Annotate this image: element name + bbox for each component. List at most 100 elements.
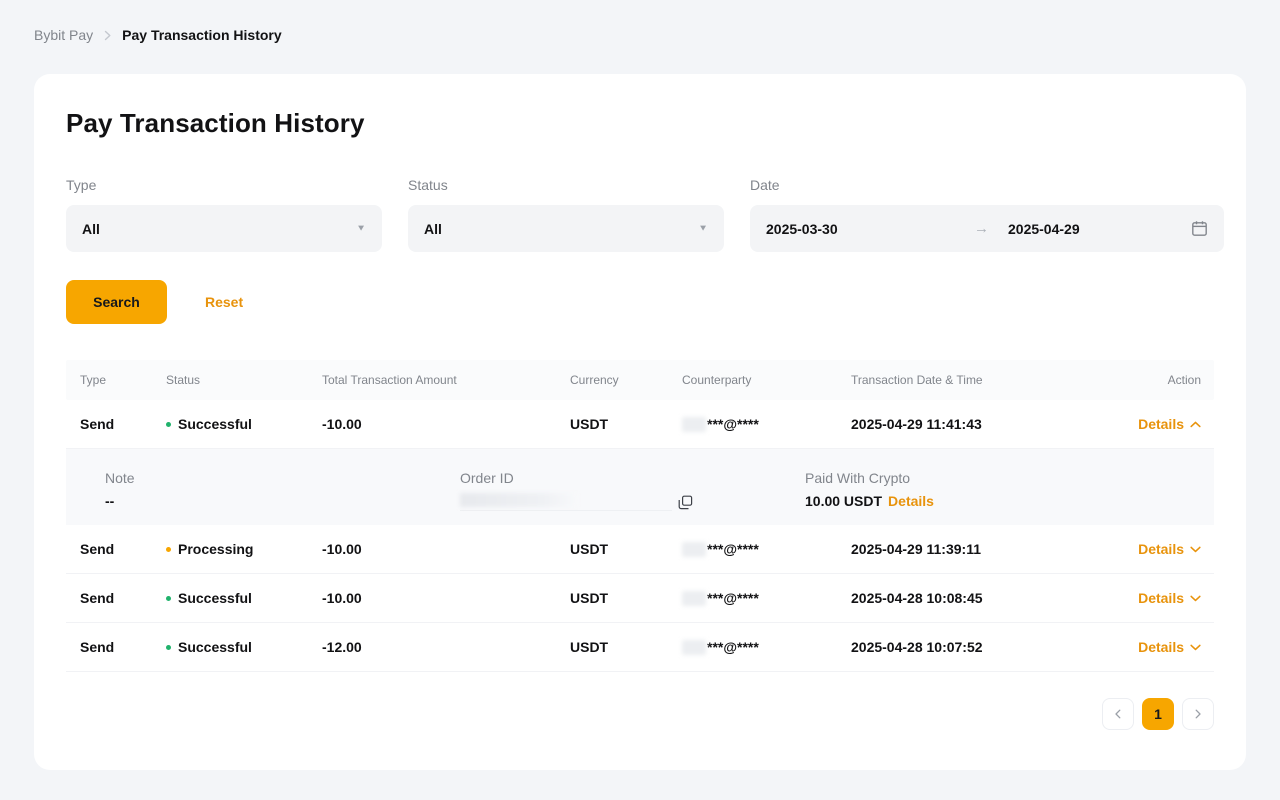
type-label: Type [66, 177, 382, 193]
table-row: Send Successful -10.00 USDT ***@**** 202… [66, 400, 1214, 449]
note-label: Note [105, 470, 460, 486]
chevron-right-icon [103, 30, 112, 41]
table-row: Send Processing -10.00 USDT ***@**** 202… [66, 525, 1214, 574]
status-text: Successful [178, 416, 252, 432]
paid-details-link[interactable]: Details [888, 493, 934, 509]
page-1-button[interactable]: 1 [1142, 698, 1174, 730]
cell-currency: USDT [570, 541, 682, 557]
date-end-value[interactable]: 2025-04-29 [1008, 221, 1191, 237]
redacted-counterparty-prefix [682, 417, 706, 432]
arrow-right-icon: → [974, 220, 1008, 237]
pagination: 1 [66, 698, 1214, 730]
cell-type: Send [80, 541, 166, 557]
status-text: Processing [178, 541, 253, 557]
cell-amount: -10.00 [322, 541, 570, 557]
cell-datetime: 2025-04-29 11:39:11 [851, 541, 1091, 557]
table-body: Send Successful -10.00 USDT ***@**** 202… [66, 400, 1214, 672]
detail-order-id: Order ID [460, 470, 805, 525]
status-dot-icon [166, 422, 171, 427]
status-select-value: All [424, 221, 442, 237]
copy-icon[interactable] [678, 495, 693, 510]
date-label: Date [750, 177, 1224, 193]
status-label: Status [408, 177, 724, 193]
cell-datetime: 2025-04-29 11:41:43 [851, 416, 1091, 432]
cell-status: Processing [166, 541, 322, 557]
cell-amount: -12.00 [322, 639, 570, 655]
filter-type: Type All ▼ [66, 177, 382, 252]
note-value: -- [105, 493, 460, 509]
cell-currency: USDT [570, 590, 682, 606]
counterparty-text: ***@**** [707, 639, 759, 655]
status-dot-icon [166, 547, 171, 552]
cell-type: Send [80, 639, 166, 655]
status-dot-icon [166, 596, 171, 601]
cell-counterparty: ***@**** [682, 639, 851, 655]
header-status: Status [166, 373, 322, 387]
cell-amount: -10.00 [322, 590, 570, 606]
chevron-up-icon [1190, 421, 1201, 428]
chevron-down-icon [1190, 644, 1201, 651]
header-datetime: Transaction Date & Time [851, 373, 1091, 387]
details-link[interactable]: Details [1138, 639, 1201, 655]
cell-counterparty: ***@**** [682, 590, 851, 606]
filter-date: Date 2025-03-30 → 2025-04-29 [750, 177, 1224, 252]
filter-status: Status All ▼ [408, 177, 724, 252]
cell-action: Details [1138, 416, 1201, 432]
prev-page-button[interactable] [1102, 698, 1134, 730]
date-start-value[interactable]: 2025-03-30 [766, 221, 974, 237]
chevron-down-icon [1190, 595, 1201, 602]
breadcrumb: Bybit Pay Pay Transaction History [0, 0, 1280, 44]
cell-action: Details [1138, 541, 1201, 557]
table-row: Send Successful -12.00 USDT ***@**** 202… [66, 623, 1214, 672]
order-id-label: Order ID [460, 470, 805, 486]
expanded-detail-panel: Note -- Order ID [66, 449, 1214, 525]
redacted-counterparty-prefix [682, 591, 706, 606]
header-action: Action [1168, 373, 1201, 387]
date-range-picker[interactable]: 2025-03-30 → 2025-04-29 [750, 205, 1224, 252]
chevron-down-icon: ▼ [356, 224, 366, 233]
next-page-button[interactable] [1182, 698, 1214, 730]
cell-datetime: 2025-04-28 10:08:45 [851, 590, 1091, 606]
filter-actions: Search Reset [66, 280, 1214, 324]
cell-amount: -10.00 [322, 416, 570, 432]
type-select[interactable]: All ▼ [66, 205, 382, 252]
cell-datetime: 2025-04-28 10:07:52 [851, 639, 1091, 655]
calendar-icon [1191, 220, 1208, 237]
cell-counterparty: ***@**** [682, 541, 851, 557]
status-text: Successful [178, 639, 252, 655]
header-type: Type [80, 373, 166, 387]
details-link[interactable]: Details [1138, 416, 1201, 432]
cell-status: Successful [166, 416, 322, 432]
table-header: Type Status Total Transaction Amount Cur… [66, 360, 1214, 400]
breadcrumb-current: Pay Transaction History [122, 27, 282, 44]
transactions-table: Type Status Total Transaction Amount Cur… [66, 360, 1214, 672]
cell-counterparty: ***@**** [682, 416, 851, 432]
status-select[interactable]: All ▼ [408, 205, 724, 252]
cell-status: Successful [166, 590, 322, 606]
cell-status: Successful [166, 639, 322, 655]
chevron-down-icon [1190, 546, 1201, 553]
counterparty-text: ***@**** [707, 416, 759, 432]
reset-button[interactable]: Reset [205, 294, 243, 310]
paid-with-crypto-value: 10.00 USDT [805, 493, 882, 509]
pay-transaction-history-card: Pay Transaction History Type All ▼ Statu… [34, 74, 1246, 770]
breadcrumb-parent[interactable]: Bybit Pay [34, 27, 93, 44]
order-id-value-redacted [460, 493, 672, 511]
search-button[interactable]: Search [66, 280, 167, 324]
counterparty-text: ***@**** [707, 590, 759, 606]
cell-type: Send [80, 416, 166, 432]
status-text: Successful [178, 590, 252, 606]
cell-action: Details [1138, 639, 1201, 655]
details-link[interactable]: Details [1138, 590, 1201, 606]
chevron-down-icon: ▼ [698, 224, 708, 233]
header-amount: Total Transaction Amount [322, 373, 570, 387]
detail-note: Note -- [105, 470, 460, 525]
cell-action: Details [1138, 590, 1201, 606]
counterparty-text: ***@**** [707, 541, 759, 557]
page-title: Pay Transaction History [66, 108, 1214, 139]
cell-type: Send [80, 590, 166, 606]
header-counterparty: Counterparty [682, 373, 851, 387]
details-link[interactable]: Details [1138, 541, 1201, 557]
paid-with-crypto-label: Paid With Crypto [805, 470, 934, 486]
redacted-counterparty-prefix [682, 640, 706, 655]
